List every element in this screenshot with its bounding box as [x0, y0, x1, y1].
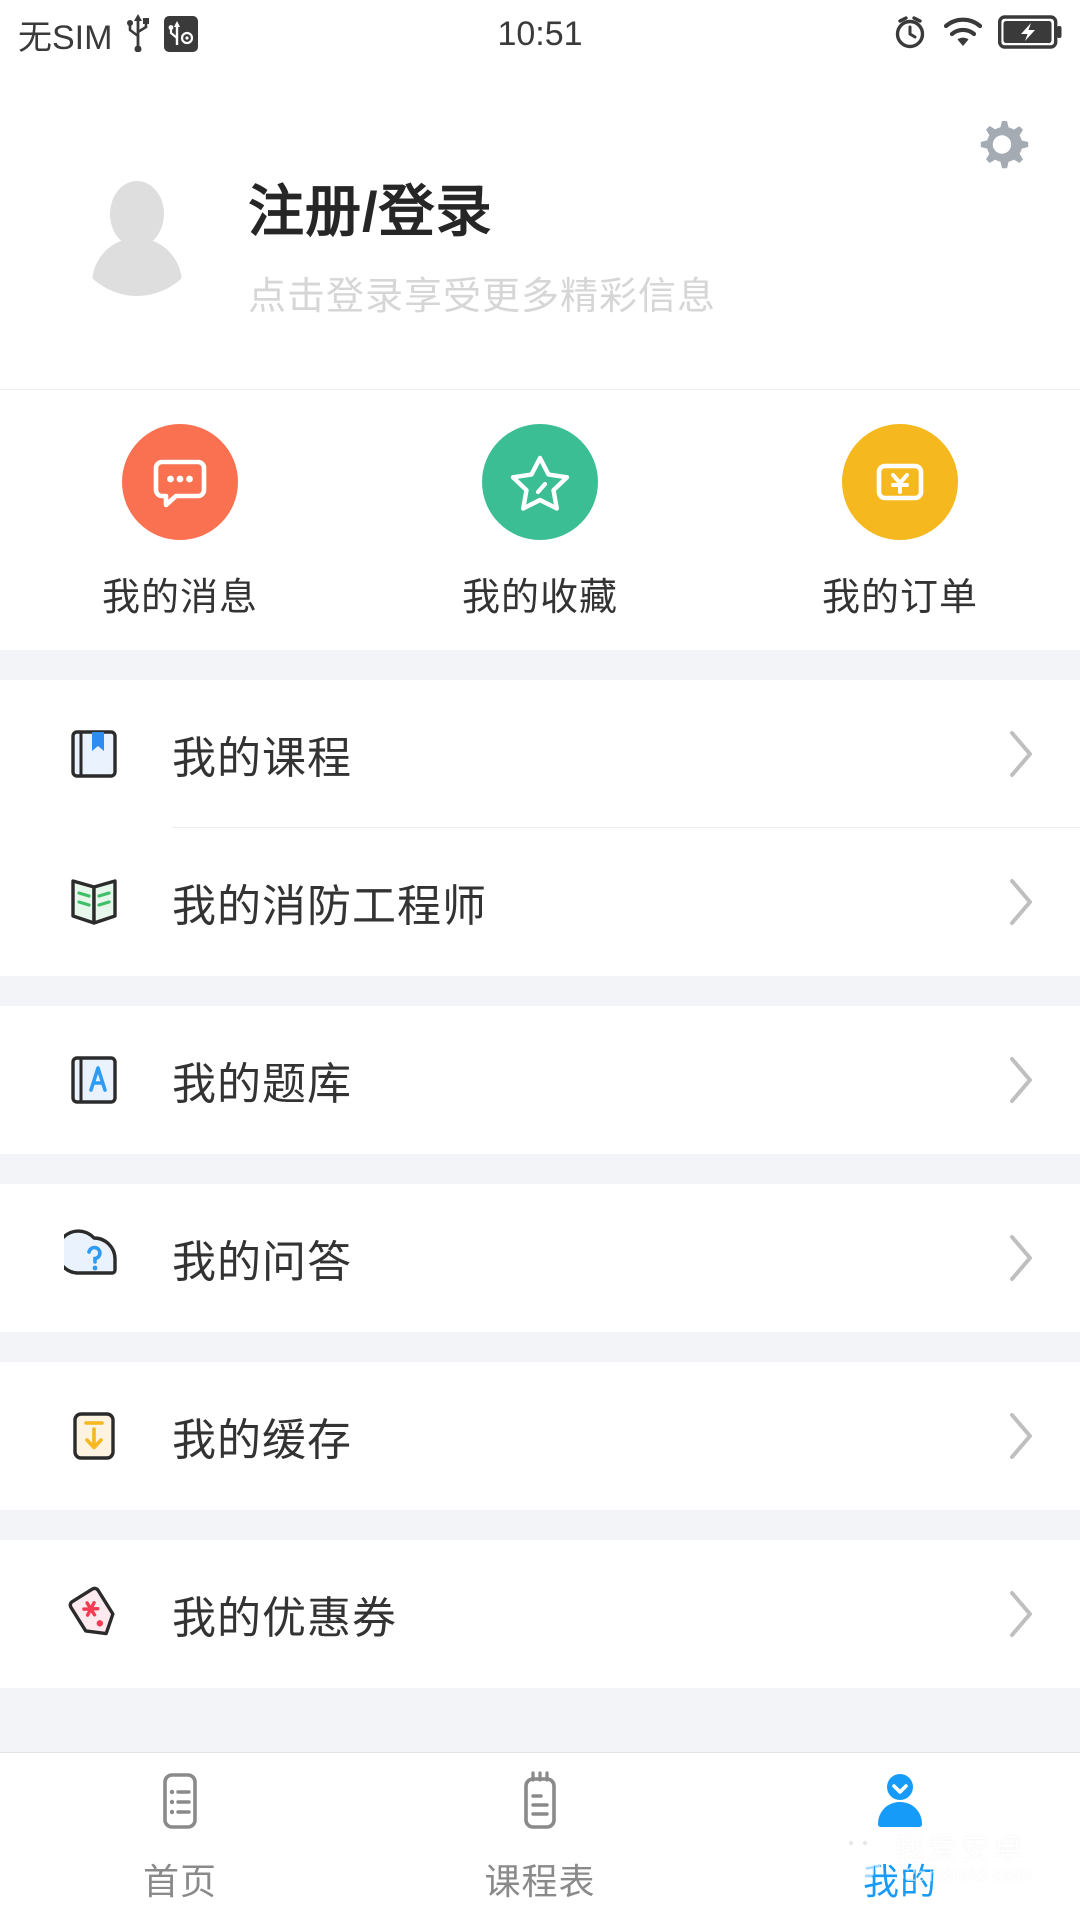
- status-bar-right: [892, 14, 1062, 55]
- page-title[interactable]: 注册/登录: [248, 178, 716, 245]
- quick-action-label: 我的收藏: [461, 577, 618, 619]
- coupon-tag-icon: [58, 1578, 130, 1650]
- status-bar: 无SIM 10:51: [0, 0, 1080, 68]
- menu-row-label: 我的问答: [172, 1238, 352, 1287]
- section-gap: [0, 1510, 1080, 1540]
- app-screen: 无SIM 10:51 注册/登录 点击登录享受更多精彩信息 我的消息 我的收藏 …: [0, 0, 1080, 1920]
- menu-row-my-qa[interactable]: 我的问答: [0, 1184, 1080, 1332]
- menu-row-my-question-bank[interactable]: 我的题库: [0, 1006, 1080, 1154]
- alarm-icon: [892, 14, 928, 55]
- question-bubble-icon: [58, 1222, 130, 1294]
- bottom-gap: [0, 1688, 1080, 1752]
- schedule-note-icon: [507, 1768, 573, 1839]
- book-bookmark-icon: [58, 718, 130, 790]
- quick-action-label: 我的消息: [101, 577, 258, 619]
- section-gap: [0, 650, 1080, 680]
- download-box-icon: [58, 1400, 130, 1472]
- menu-row-label: 我的缓存: [172, 1416, 352, 1465]
- menu-row-label: 我的优惠券: [172, 1594, 397, 1643]
- yen-card-icon: [842, 424, 958, 540]
- menu-row-my-fire-engineer[interactable]: 我的消防工程师: [0, 828, 1080, 976]
- tab-label: 课程表: [484, 1861, 596, 1902]
- menu-section-3: 我的问答: [0, 1184, 1080, 1332]
- profile-texts: 注册/登录 点击登录享受更多精彩信息: [248, 178, 716, 320]
- menu-section-5: 我的优惠券: [0, 1540, 1080, 1688]
- wifi-icon: [942, 15, 984, 54]
- menu-row-my-coupons[interactable]: 我的优惠券: [0, 1540, 1080, 1688]
- menu-section-1: 我的课程 我的消防工程师: [0, 680, 1080, 976]
- tab-label: 首页: [142, 1861, 217, 1902]
- profile-header[interactable]: 注册/登录 点击登录享受更多精彩信息: [0, 68, 1080, 390]
- battery-charging-icon: [998, 14, 1062, 54]
- gear-icon[interactable]: [966, 110, 1038, 182]
- quick-action-label: 我的订单: [821, 577, 978, 619]
- chevron-right-icon: [1006, 1410, 1036, 1462]
- quick-action-favorites[interactable]: 我的收藏: [360, 390, 720, 650]
- tab-mine[interactable]: 我的: [720, 1753, 1080, 1920]
- chevron-right-icon: [1006, 1588, 1036, 1640]
- star-icon: [482, 424, 598, 540]
- bottom-navigation: 首页 课程表 我的: [0, 1752, 1080, 1920]
- chevron-right-icon: [1006, 728, 1036, 780]
- chevron-right-icon: [1006, 1054, 1036, 1106]
- tab-home[interactable]: 首页: [0, 1753, 360, 1920]
- menu-section-4: 我的缓存: [0, 1362, 1080, 1510]
- menu-row-label: 我的课程: [172, 734, 352, 783]
- quick-action-messages[interactable]: 我的消息: [0, 390, 360, 650]
- message-bubble-icon: [122, 424, 238, 540]
- person-icon: [867, 1768, 933, 1839]
- section-gap: [0, 1154, 1080, 1184]
- book-letter-a-icon: [58, 1044, 130, 1116]
- section-gap: [0, 1332, 1080, 1362]
- quick-actions: 我的消息 我的收藏 我的订单: [0, 390, 1080, 650]
- open-book-icon: [58, 866, 130, 938]
- tab-schedule[interactable]: 课程表: [360, 1753, 720, 1920]
- chevron-right-icon: [1006, 1232, 1036, 1284]
- section-gap: [0, 976, 1080, 1006]
- profile-subtitle: 点击登录享受更多精彩信息: [248, 276, 717, 319]
- menu-row-label: 我的消防工程师: [172, 882, 487, 931]
- quick-action-orders[interactable]: 我的订单: [720, 390, 1080, 650]
- avatar[interactable]: [72, 166, 202, 296]
- list-document-icon: [147, 1768, 213, 1839]
- menu-row-label: 我的题库: [172, 1060, 352, 1109]
- tab-label: 我的: [862, 1861, 937, 1902]
- avatar-placeholder-icon: [72, 166, 202, 296]
- menu-row-my-cache[interactable]: 我的缓存: [0, 1362, 1080, 1510]
- menu-section-2: 我的题库: [0, 1006, 1080, 1154]
- chevron-right-icon: [1006, 876, 1036, 928]
- menu-row-my-courses[interactable]: 我的课程: [0, 680, 1080, 828]
